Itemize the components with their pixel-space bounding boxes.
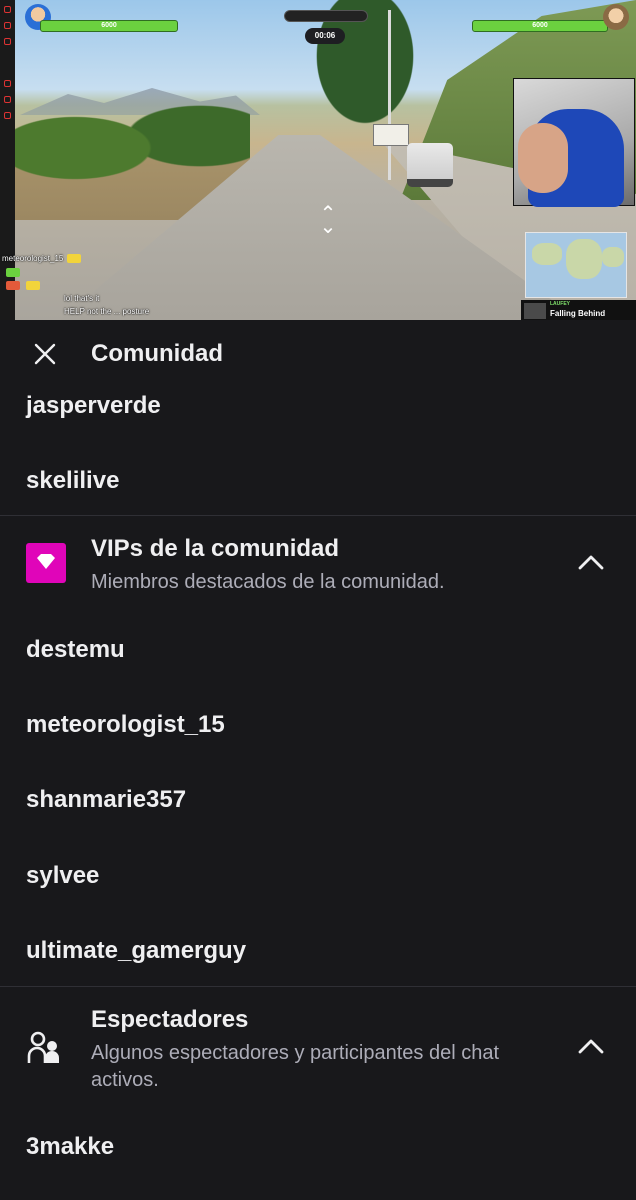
parked-car	[407, 143, 453, 187]
emote-icon	[26, 281, 41, 291]
diamond-icon	[26, 543, 66, 583]
vip-user-item[interactable]: sylvee	[26, 862, 99, 890]
minimap-land	[532, 243, 562, 265]
close-icon[interactable]	[34, 343, 56, 365]
section-divider	[0, 515, 636, 516]
vip-user-item[interactable]: shanmarie357	[26, 786, 186, 814]
vip-user-item[interactable]: destemu	[26, 636, 125, 664]
now-playing-widget: LAUFEY Falling Behind	[521, 300, 636, 320]
section-divider	[0, 986, 636, 987]
overlay-chat-line: lol that's it	[2, 294, 99, 303]
album-art	[524, 303, 546, 319]
minimap-land	[566, 239, 602, 279]
panel-header: Comunidad	[0, 320, 636, 388]
minimap-land	[602, 247, 624, 267]
sidebar-icon	[4, 96, 11, 103]
vip-section-title: VIPs de la comunidad	[91, 535, 340, 562]
scenery-pole	[388, 10, 391, 180]
sidebar-icon	[4, 22, 11, 29]
health-bar-right: 6000	[472, 20, 608, 32]
sidebar-icon	[4, 38, 11, 45]
emote-icon	[6, 268, 20, 278]
panel-title: Comunidad	[91, 340, 223, 367]
chevron-up-icon[interactable]	[577, 553, 605, 571]
minimap	[525, 232, 627, 298]
user-list-item[interactable]: jasperverde	[26, 392, 161, 420]
overlay-chat-user: meteorologist_15	[2, 254, 64, 263]
user-list-item[interactable]: skelilive	[26, 467, 119, 495]
community-panel: Comunidad jasperverde skelilive VIPs de …	[0, 320, 636, 1200]
streamer-webcam	[513, 78, 635, 207]
navigation-arrows-icon: ⌃ ⌄	[319, 203, 337, 238]
webcam-face	[518, 123, 568, 193]
overlay-chat-line: HELP not the ... posture	[2, 307, 149, 316]
round-timer: 00:06	[305, 28, 345, 44]
viewers-section-title: Espectadores	[91, 1006, 249, 1033]
round-progress-bar	[284, 10, 368, 22]
viewer-user-item[interactable]: 3makke	[26, 1133, 114, 1161]
vip-user-item[interactable]: meteorologist_15	[26, 711, 225, 739]
chevron-up-icon[interactable]	[577, 1037, 605, 1055]
vip-user-item[interactable]: ultimate_gamerguy	[26, 937, 246, 965]
now-playing-artist: LAUFEY	[550, 301, 570, 307]
now-playing-song: Falling Behind	[550, 309, 606, 318]
overlay-chat-line: meteorologist_15	[2, 254, 82, 264]
emote-icon	[6, 281, 20, 291]
sidebar-icon	[4, 80, 11, 87]
emote-icon	[67, 254, 82, 264]
road-sign	[373, 124, 409, 146]
player-avatar-right	[603, 4, 629, 30]
viewers-icon	[27, 1031, 59, 1063]
sidebar-icon	[4, 6, 11, 13]
health-bar-left: 6000	[40, 20, 178, 32]
overlay-chat-text: lol that's it	[64, 294, 100, 303]
sidebar-icon	[4, 112, 11, 119]
stream-video-player[interactable]: 6000 00:06 6000 ⌃ ⌄ LAUFEY Falling Behind…	[0, 0, 636, 320]
overlay-chat-text: HELP not the ... posture	[64, 307, 150, 316]
overlay-chat-line	[2, 281, 41, 291]
overlay-chat-line	[2, 268, 20, 278]
viewers-section-subtitle: Algunos espectadores y participantes del…	[91, 1042, 500, 1091]
vip-section-subtitle: Miembros destacados de la comunidad.	[91, 571, 445, 593]
